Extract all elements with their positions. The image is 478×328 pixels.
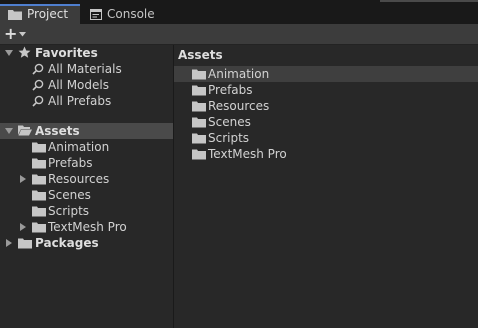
folder-icon (192, 117, 206, 128)
list-item-label: Prefabs (208, 83, 253, 97)
folder-icon (32, 206, 46, 217)
tree-item-textmesh-pro[interactable]: TextMesh Pro (0, 219, 173, 235)
tree-item-all-materials[interactable]: All Materials (0, 61, 173, 77)
console-icon (90, 8, 102, 20)
list-item-textmesh-pro[interactable]: TextMesh Pro (174, 146, 478, 162)
search-icon (32, 79, 44, 91)
folder-icon (18, 238, 32, 249)
tree-item-packages[interactable]: Packages (0, 235, 173, 251)
tree-item-label: Animation (48, 140, 110, 154)
tree-item-resources[interactable]: Resources (0, 171, 173, 187)
window-edge (380, 0, 478, 2)
tab-console[interactable]: Console (82, 4, 172, 24)
list-item-label: Resources (208, 99, 270, 113)
tree-item-assets[interactable]: Assets (0, 123, 173, 139)
list-item-label: Scripts (208, 131, 250, 145)
list-item-prefabs[interactable]: Prefabs (174, 82, 478, 98)
tree-item-animation[interactable]: Animation (0, 139, 173, 155)
folder-icon (192, 149, 206, 160)
search-icon (32, 63, 44, 75)
collapsed-arrow-icon[interactable] (18, 174, 28, 184)
list-item-scenes[interactable]: Scenes (174, 114, 478, 130)
chevron-down-icon (19, 31, 27, 37)
folder-icon (192, 133, 206, 144)
tree-item-label: Scenes (48, 188, 91, 202)
favorites-label: Favorites (35, 46, 98, 60)
expand-arrow-icon[interactable] (4, 48, 14, 58)
collapsed-arrow-icon[interactable] (4, 238, 14, 248)
folder-icon (32, 190, 46, 201)
tree-item-label: All Prefabs (48, 94, 112, 108)
folder-open-icon (18, 125, 32, 136)
tree-item-all-models[interactable]: All Models (0, 77, 173, 93)
project-tree: Favorites All Materials All Models All P… (0, 45, 173, 328)
folder-icon (192, 101, 206, 112)
folder-contents: Assets Animation Prefabs Resources Scene… (174, 45, 478, 328)
list-item-resources[interactable]: Resources (174, 98, 478, 114)
tree-item-scenes[interactable]: Scenes (0, 187, 173, 203)
toolbar: + (0, 24, 478, 45)
tree-item-scripts[interactable]: Scripts (0, 203, 173, 219)
folder-title: Assets (178, 48, 223, 62)
tree-item-label: Scripts (48, 204, 90, 218)
packages-label: Packages (35, 236, 99, 250)
assets-label: Assets (35, 124, 80, 138)
tree-item-label: Resources (48, 172, 110, 186)
tree-item-favorites[interactable]: Favorites (0, 45, 173, 61)
folder-icon (32, 222, 46, 233)
folder-icon (192, 85, 206, 96)
tab-project-label: Project (27, 7, 69, 21)
list-item-scripts[interactable]: Scripts (174, 130, 478, 146)
tree-item-label: Prefabs (48, 156, 93, 170)
tree-item-label: TextMesh Pro (48, 220, 127, 234)
tree-item-label: All Models (48, 78, 109, 92)
expand-arrow-icon[interactable] (4, 126, 14, 136)
folder-icon (192, 69, 206, 80)
tree-item-label: All Materials (48, 62, 122, 76)
tree-item-prefabs[interactable]: Prefabs (0, 155, 173, 171)
tab-bar: Project Console (0, 0, 478, 24)
tab-console-label: Console (107, 7, 155, 21)
tree-item-all-prefabs[interactable]: All Prefabs (0, 93, 173, 109)
collapsed-arrow-icon[interactable] (18, 222, 28, 232)
plus-icon: + (4, 24, 18, 43)
tab-project[interactable]: Project (0, 4, 80, 24)
create-dropdown-button[interactable]: + (4, 24, 27, 43)
star-icon (18, 46, 31, 59)
folder-icon (32, 158, 46, 169)
folder-icon (32, 174, 46, 185)
list-item-label: TextMesh Pro (208, 147, 287, 161)
folder-icon (8, 9, 22, 20)
folder-icon (32, 142, 46, 153)
list-item-animation[interactable]: Animation (174, 66, 478, 82)
list-item-label: Animation (208, 67, 270, 81)
list-item-label: Scenes (208, 115, 251, 129)
search-icon (32, 95, 44, 107)
